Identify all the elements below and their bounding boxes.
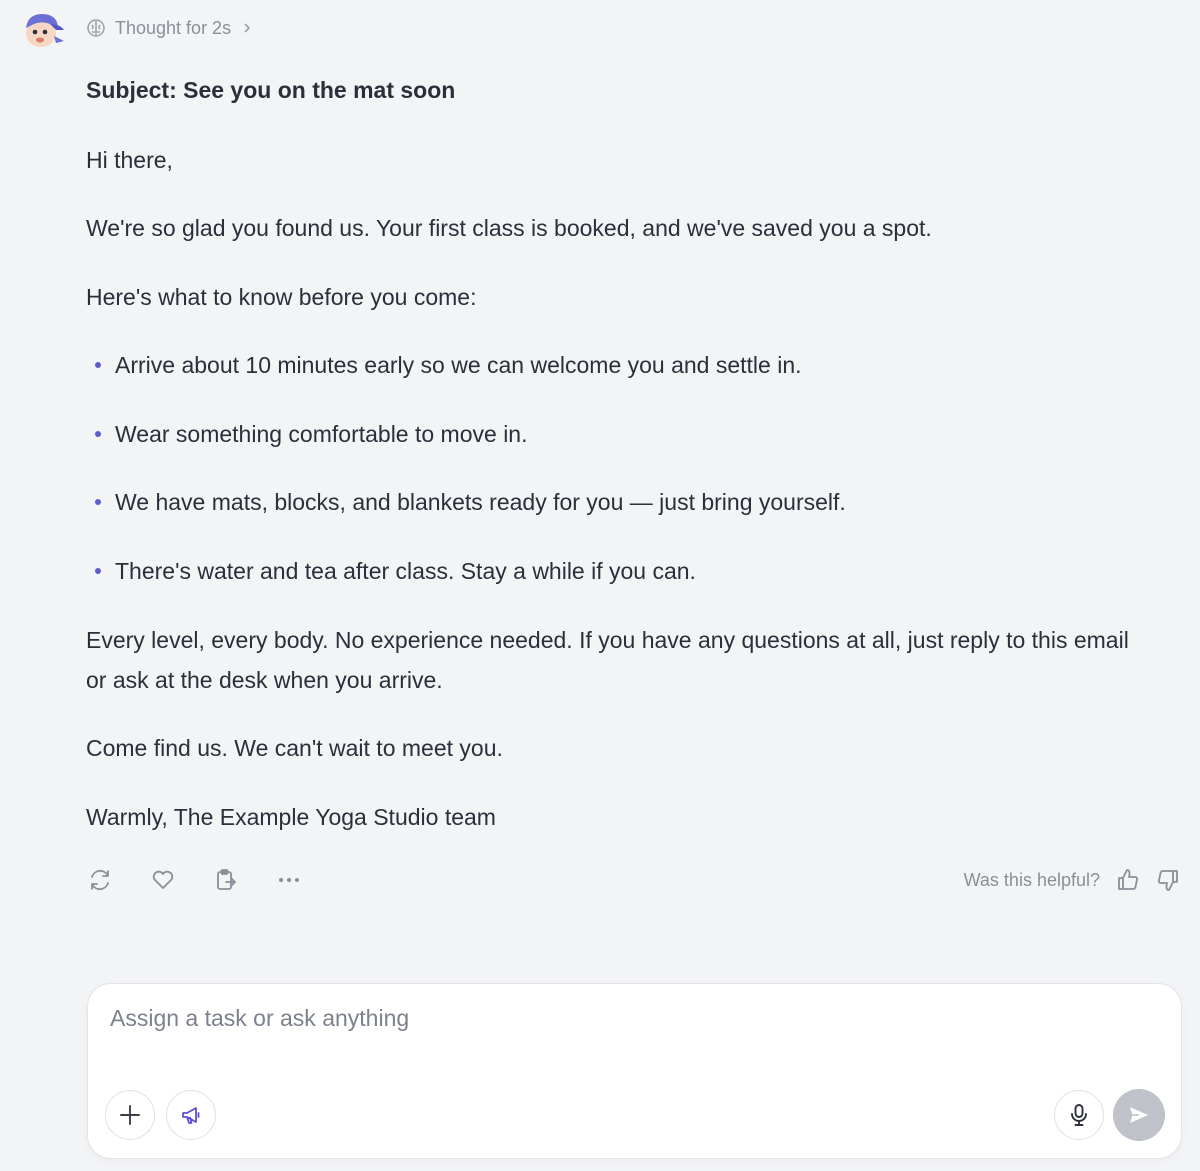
feedback-bar: Was this helpful? <box>964 864 1182 896</box>
feedback-label: Was this helpful? <box>963 869 1100 890</box>
bullet-dot <box>95 498 101 505</box>
email-subject: Subject: See you on the mat soon <box>86 77 456 103</box>
thumbs-up-icon <box>1118 869 1138 890</box>
composer-input[interactable] <box>110 1002 1150 1034</box>
email-greeting: Hi there, <box>86 147 173 173</box>
email-levels: Every level, every body. No experience n… <box>86 627 1129 693</box>
like-button[interactable] <box>149 866 177 894</box>
list-item-text: Wear something comfortable to move in. <box>115 421 528 447</box>
voice-input-button[interactable] <box>1054 1090 1104 1140</box>
message-composer <box>87 983 1182 1159</box>
bullet-dot <box>95 430 101 437</box>
thought-toggle[interactable]: Thought for 2s <box>86 16 254 40</box>
list-item-text: We have mats, blocks, and blankets ready… <box>115 489 846 515</box>
chat-page: Thought for 2s Subject: See you on the m… <box>0 0 1200 1171</box>
announce-button[interactable] <box>166 1090 216 1140</box>
assistant-avatar-icon <box>20 8 70 50</box>
list-item: Wear something comfortable to move in. <box>86 414 527 454</box>
regenerate-icon <box>91 869 109 891</box>
email-closing: Come find us. We can't wait to meet you. <box>86 735 503 761</box>
email-intro: We're so glad you found us. Your first c… <box>86 215 932 241</box>
plus-icon <box>120 1105 140 1125</box>
microphone-icon <box>1071 1104 1087 1126</box>
copy-icon <box>217 869 236 890</box>
send-button[interactable] <box>1113 1089 1165 1141</box>
bullet-dot <box>95 361 101 368</box>
chevron-right-icon <box>240 21 254 35</box>
thumbs-down-button[interactable] <box>1154 866 1182 894</box>
thumbs-up-button[interactable] <box>1114 866 1142 894</box>
brain-icon <box>86 18 106 38</box>
regenerate-button[interactable] <box>86 866 114 894</box>
more-icon <box>279 878 299 882</box>
email-signoff: Warmly, The Example Yoga Studio team <box>86 804 496 830</box>
thumbs-down-icon <box>1158 870 1178 891</box>
list-item: Arrive about 10 minutes early so we can … <box>86 345 802 385</box>
list-item: There's water and tea after class. Stay … <box>86 551 696 591</box>
thought-label: Thought for 2s <box>115 17 232 38</box>
list-item-text: There's water and tea after class. Stay … <box>115 558 696 584</box>
megaphone-icon <box>182 1107 200 1124</box>
bullet-dot <box>95 567 101 574</box>
email-lead-in: Here's what to know before you come: <box>86 284 477 310</box>
send-icon <box>1130 1107 1148 1123</box>
list-item: We have mats, blocks, and blankets ready… <box>86 482 846 522</box>
add-attachment-button[interactable] <box>105 1090 155 1140</box>
copy-button[interactable] <box>212 866 240 894</box>
more-options-button[interactable] <box>275 866 303 894</box>
message-actions <box>86 864 303 896</box>
heart-icon <box>152 870 174 889</box>
list-item-text: Arrive about 10 minutes early so we can … <box>115 352 802 378</box>
